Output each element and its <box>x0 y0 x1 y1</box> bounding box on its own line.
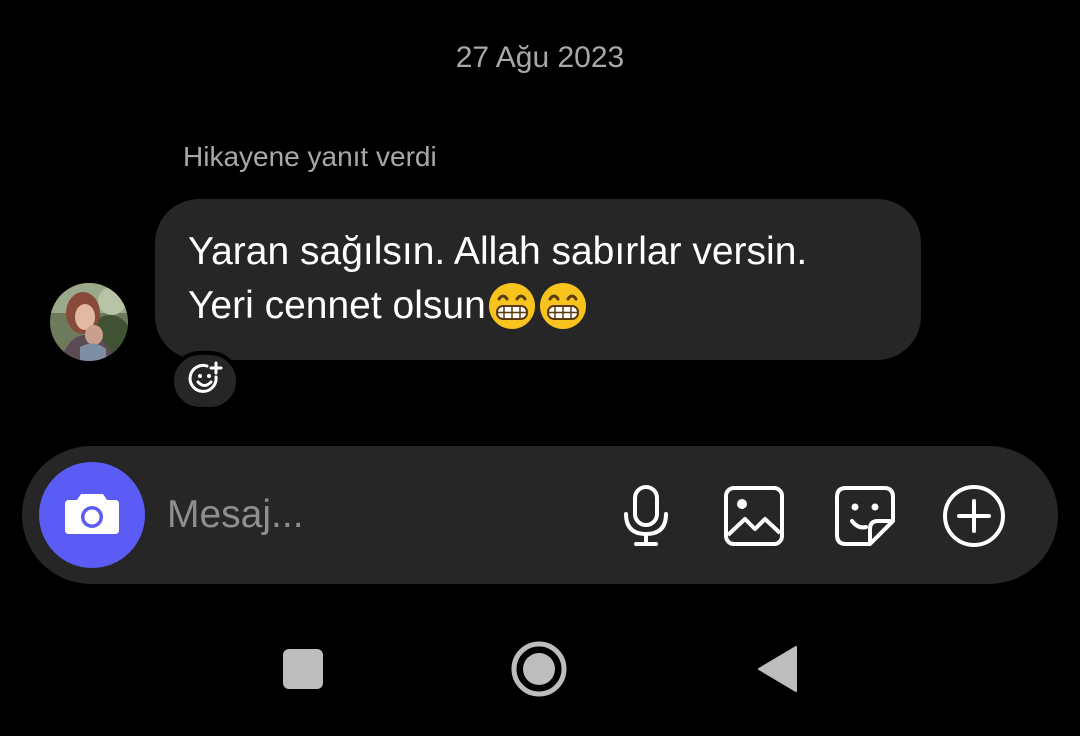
recents-icon <box>282 648 324 695</box>
message-composer <box>22 446 1058 584</box>
dm-thread-screen: 27 Ağu 2023 Hikayene yanıt verdi Yaran s… <box>0 0 1080 736</box>
recents-button[interactable] <box>278 646 328 696</box>
microphone-icon <box>621 484 671 548</box>
message-text-line-1: Yaran sağılsın. Allah sabırlar versin. <box>188 230 808 273</box>
more-options-button[interactable] <box>942 484 1006 548</box>
smiley-plus-icon <box>187 361 223 402</box>
voice-message-button[interactable] <box>614 484 678 548</box>
back-icon <box>756 645 798 698</box>
home-icon <box>510 640 568 703</box>
message-input[interactable] <box>167 490 587 540</box>
sender-avatar[interactable] <box>50 283 128 361</box>
camera-button[interactable] <box>39 462 145 568</box>
message-text-line-2-text: Yeri cennet olsun <box>188 284 486 327</box>
message-text-line-2: Yeri cennet olsun <box>188 279 889 333</box>
add-reaction-button[interactable] <box>170 351 240 411</box>
home-button[interactable] <box>509 641 569 701</box>
date-separator: 27 Ağu 2023 <box>455 41 625 74</box>
grinning-face-emoji <box>538 281 588 331</box>
sticker-button[interactable] <box>833 484 897 548</box>
system-navigation-bar <box>0 620 1080 736</box>
story-reply-label: Hikayene yanıt verdi <box>183 141 437 172</box>
plus-icon <box>942 484 1006 548</box>
sticker-icon <box>834 485 896 547</box>
message-bubble[interactable]: Yaran sağılsın. Allah sabırlar versin. Y… <box>155 199 921 360</box>
gallery-button[interactable] <box>722 484 786 548</box>
back-button[interactable] <box>752 644 802 698</box>
grinning-face-emoji <box>487 281 537 331</box>
camera-icon <box>63 490 121 541</box>
gallery-icon <box>723 485 785 547</box>
